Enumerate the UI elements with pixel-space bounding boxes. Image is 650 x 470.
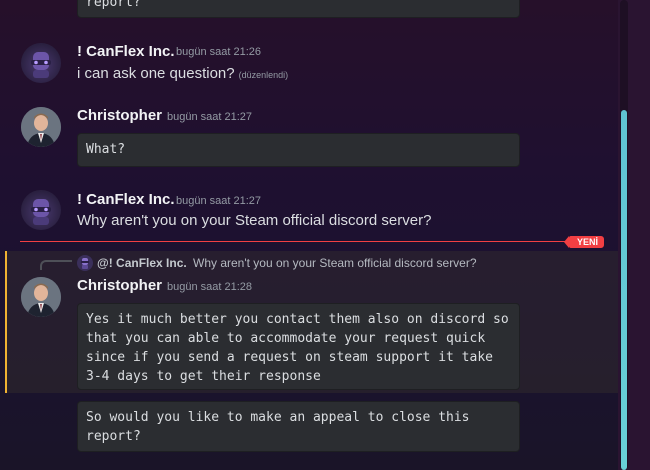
message-timestamp: bugün saat 21:27	[167, 111, 253, 123]
mention-indicator-bar	[5, 251, 7, 393]
robot-avatar-icon	[31, 199, 51, 225]
message-timestamp: bugün saat 21:26	[176, 46, 262, 58]
chat-area: report? ! CanFlex Inc. bugün saat 21:26 …	[0, 0, 618, 470]
message-text: Why aren't you on your Steam official di…	[77, 212, 432, 229]
message-timestamp: bugün saat 21:28	[167, 281, 253, 293]
new-messages-badge: YENİ	[563, 236, 605, 248]
avatar[interactable]	[21, 107, 61, 147]
message-author[interactable]: Christopher	[77, 277, 162, 294]
message-code-block: report?	[77, 0, 520, 18]
message-text: i can ask one question? (düzenlendi)	[77, 65, 288, 82]
person-avatar-icon	[21, 107, 61, 147]
avatar[interactable]	[21, 43, 61, 83]
message-code-block: So would you like to make an appeal to c…	[77, 401, 520, 452]
message-content: i can ask one question?	[77, 65, 235, 82]
reply-spine	[40, 260, 72, 270]
reply-avatar[interactable]	[77, 255, 93, 271]
reply-preview-text[interactable]: Why aren't you on your Steam official di…	[193, 256, 477, 270]
message-code-block: Yes it much better you contact them also…	[77, 303, 520, 390]
robot-avatar-icon	[31, 52, 51, 78]
message-author[interactable]: ! CanFlex Inc.	[77, 191, 175, 208]
edited-label: (düzenlendi)	[238, 70, 289, 80]
message-timestamp: bugün saat 21:27	[176, 195, 262, 207]
scrollbar-thumb[interactable]	[621, 110, 627, 470]
reply-author[interactable]: @! CanFlex Inc.	[97, 256, 187, 270]
new-messages-divider	[20, 241, 580, 242]
person-avatar-icon	[21, 277, 61, 317]
message-author[interactable]: ! CanFlex Inc.	[77, 43, 175, 60]
message-author[interactable]: Christopher	[77, 107, 162, 124]
avatar[interactable]	[21, 277, 61, 317]
avatar[interactable]	[21, 190, 61, 230]
robot-avatar-icon	[81, 258, 89, 269]
message-code-block: What?	[77, 133, 520, 167]
